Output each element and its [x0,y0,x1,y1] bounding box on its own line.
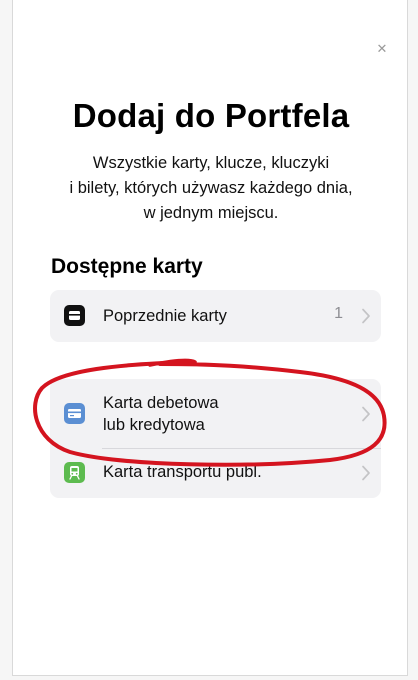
section-title: Dostępne karty [51,255,203,278]
subtitle-line-2: i bilety, których używasz każdego dnia, [69,179,353,197]
train-icon [64,462,85,483]
subtitle-line-3: w jednym miejscu. [143,204,279,222]
add-to-wallet-sheet: ✕ Dodaj do Portfela Wszystkie karty, klu… [12,0,408,676]
close-icon[interactable]: ✕ [371,42,393,56]
wallet-icon [64,305,85,326]
previous-cards-group: Poprzednie karty 1 [50,290,381,342]
previous-cards-label: Poprzednie karty [103,307,227,325]
subtitle-line-1: Wszystkie karty, klucze, kluczyki [92,154,330,172]
previous-cards-row[interactable]: Poprzednie karty 1 [50,290,381,342]
transit-card-label: Karta transportu publ. [103,463,262,481]
credit-card-icon [64,403,85,424]
transit-card-row[interactable]: Karta transportu publ. [50,448,381,498]
previous-cards-count: 1 [334,305,343,322]
chevron-right-icon [362,308,370,324]
debit-card-label-line-2: lub kredytowa [103,416,205,434]
debit-card-label-line-1: Karta debetowa [103,394,219,412]
debit-credit-card-row[interactable]: Karta debetowa lub kredytowa [50,379,381,448]
chevron-right-icon [362,465,370,481]
debit-credit-card-label: Karta debetowa lub kredytowa [103,392,303,436]
page-subtitle: Wszystkie karty, klucze, kluczyki i bile… [37,151,385,226]
add-card-group: Karta debetowa lub kredytowa Karta trans… [50,379,381,498]
page-title: Dodaj do Portfela [72,97,350,134]
chevron-right-icon [362,406,370,422]
